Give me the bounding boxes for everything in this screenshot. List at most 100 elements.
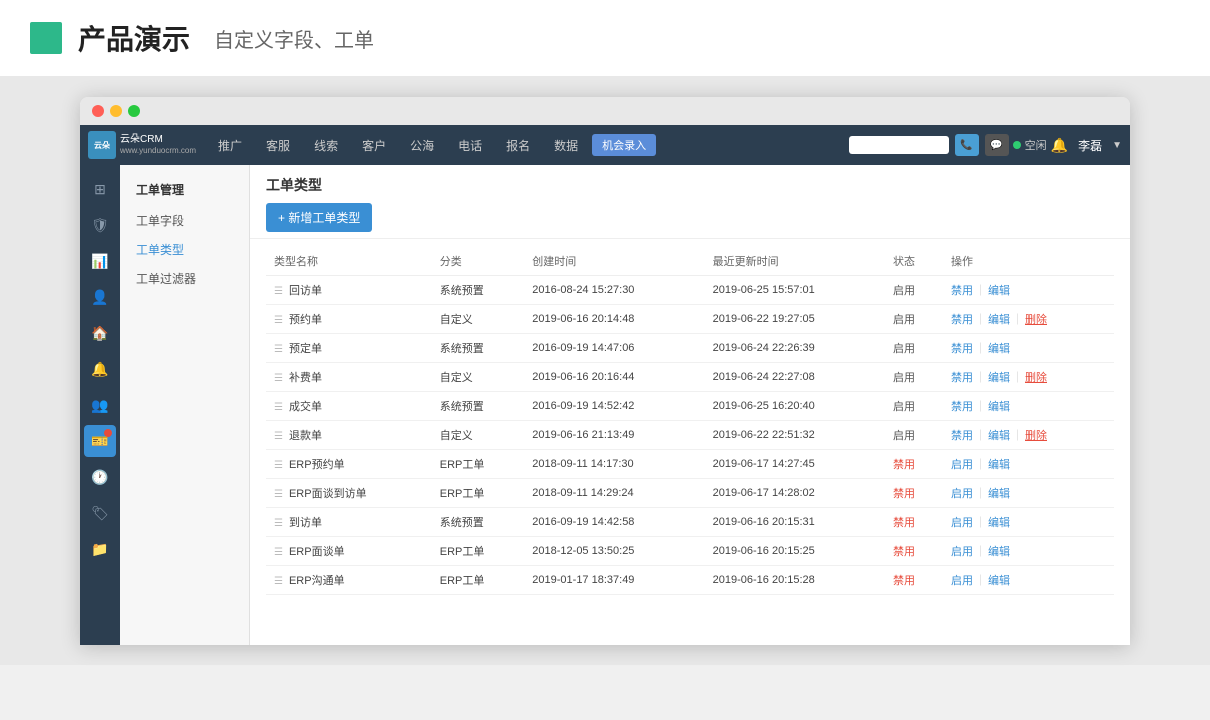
nav-status: 空闲 [1013,137,1047,153]
add-type-button[interactable]: + 新增工单类型 [266,203,372,232]
maximize-dot[interactable] [128,105,140,117]
logo-brand: 云朵CRM [120,134,196,146]
cell-created: 2018-09-11 14:29:24 [524,479,704,508]
action-separator: ｜ [975,314,986,326]
action-启用-link[interactable]: 启用 [951,517,973,529]
screenshot-wrapper: 云朵 云朵CRM www.yunduocrm.com 推广 客服 线索 客户 公… [0,77,1210,665]
page-title: 产品演示 [78,18,190,58]
chevron-down-icon: ▼ [1112,140,1122,151]
nav-chat-btn[interactable]: 💬 [985,134,1009,156]
nav-search-input[interactable] [849,136,949,154]
status-badge: 禁用 [893,546,915,558]
action-启用-link[interactable]: 启用 [951,459,973,471]
nav-item-gonghai[interactable]: 公海 [400,133,444,158]
table-row: ☰回访单系统预置2016-08-24 15:27:302019-06-25 15… [266,276,1114,305]
action-编辑-link[interactable]: 编辑 [988,430,1010,442]
row-handle-icon: ☰ [274,576,283,587]
nav-item-xianshuo[interactable]: 线索 [304,133,348,158]
sidebar-icon-ticket[interactable]: 🎫 [84,425,116,457]
nav-item-dianhua[interactable]: 电话 [448,133,492,158]
sidebar-icon-tag[interactable]: 🏷 [84,497,116,529]
content-area: 工单类型 + 新增工单类型 类型名称 分类 创建时间 最近更新时间 [250,165,1130,645]
cell-status: 启用 [885,276,943,305]
action-禁用-link[interactable]: 禁用 [951,314,973,326]
nav-item-baoming[interactable]: 报名 [496,133,540,158]
close-dot[interactable] [92,105,104,117]
sidebar-icon-clock[interactable]: 🕐 [84,461,116,493]
nav-item-tuiguang[interactable]: 推广 [208,133,252,158]
main-layout: ⊞ 🛡 📊 👤 🏠 🔔 👥 🎫 🕐 🏷 📁 工单管理 工单字段 [80,165,1130,645]
sidebar-icon-grid[interactable]: ⊞ [84,173,116,205]
sidebar-icon-shield[interactable]: 🛡 [84,209,116,241]
menu-item-filters[interactable]: 工单过滤器 [120,264,249,293]
action-编辑-link[interactable]: 编辑 [988,575,1010,587]
action-编辑-link[interactable]: 编辑 [988,401,1010,413]
row-handle-icon: ☰ [274,315,283,326]
nav-username[interactable]: 李磊 [1078,137,1102,154]
col-created: 创建时间 [524,247,704,276]
app-container: 云朵 云朵CRM www.yunduocrm.com 推广 客服 线索 客户 公… [80,125,1130,645]
action-separator: ｜ [975,575,986,587]
action-删除-link[interactable]: 删除 [1025,372,1047,384]
status-badge: 禁用 [893,488,915,500]
action-编辑-link[interactable]: 编辑 [988,314,1010,326]
sidebar-icon-home[interactable]: 🏠 [84,317,116,349]
action-启用-link[interactable]: 启用 [951,575,973,587]
action-编辑-link[interactable]: 编辑 [988,372,1010,384]
action-禁用-link[interactable]: 禁用 [951,372,973,384]
action-separator: ｜ [975,401,986,413]
cell-category: 自定义 [432,363,525,392]
bell-icon[interactable]: 🔔 [1051,137,1068,154]
action-separator: ｜ [1012,314,1023,326]
action-编辑-link[interactable]: 编辑 [988,343,1010,355]
action-删除-link[interactable]: 删除 [1025,314,1047,326]
cell-created: 2019-06-16 21:13:49 [524,421,704,450]
action-separator: ｜ [975,430,986,442]
row-handle-icon: ☰ [274,344,283,355]
action-禁用-link[interactable]: 禁用 [951,343,973,355]
sidebar-icon-bell[interactable]: 🔔 [84,353,116,385]
cell-name: ☰ERP预约单 [266,450,432,479]
action-编辑-link[interactable]: 编辑 [988,546,1010,558]
table-row: ☰ERP预约单ERP工单2018-09-11 14:17:302019-06-1… [266,450,1114,479]
cell-actions: 启用｜编辑 [943,450,1114,479]
cell-name: ☰到访单 [266,508,432,537]
minimize-dot[interactable] [110,105,122,117]
table-row: ☰ERP面谈单ERP工单2018-12-05 13:50:252019-06-1… [266,537,1114,566]
action-禁用-link[interactable]: 禁用 [951,401,973,413]
action-编辑-link[interactable]: 编辑 [988,285,1010,297]
sidebar-icon-person[interactable]: 👤 [84,281,116,313]
action-编辑-link[interactable]: 编辑 [988,459,1010,471]
nav-item-kehu[interactable]: 客户 [352,133,396,158]
cell-name: ☰回访单 [266,276,432,305]
nav-phone-btn[interactable]: 📞 [955,134,979,156]
menu-item-types[interactable]: 工单类型 [120,235,249,264]
sidebar-icon-contact[interactable]: 👥 [84,389,116,421]
cell-created: 2018-09-11 14:17:30 [524,450,704,479]
cell-updated: 2019-06-25 15:57:01 [705,276,885,305]
cell-status: 禁用 [885,508,943,537]
action-编辑-link[interactable]: 编辑 [988,488,1010,500]
status-badge: 启用 [893,401,915,413]
types-table: 类型名称 分类 创建时间 最近更新时间 状态 操作 ☰回访单系统预置2016-0… [266,247,1114,595]
nav-item-shuju[interactable]: 数据 [544,133,588,158]
cell-actions: 禁用｜编辑 [943,392,1114,421]
cell-name: ☰ERP面谈单 [266,537,432,566]
cell-actions: 禁用｜编辑｜删除 [943,305,1114,334]
action-禁用-link[interactable]: 禁用 [951,430,973,442]
action-禁用-link[interactable]: 禁用 [951,285,973,297]
action-启用-link[interactable]: 启用 [951,546,973,558]
cell-status: 禁用 [885,566,943,595]
action-删除-link[interactable]: 删除 [1025,430,1047,442]
action-编辑-link[interactable]: 编辑 [988,517,1010,529]
cell-name: ☰预约单 [266,305,432,334]
sidebar-icons: ⊞ 🛡 📊 👤 🏠 🔔 👥 🎫 🕐 🏷 📁 [80,165,120,645]
menu-item-fields[interactable]: 工单字段 [120,206,249,235]
cell-created: 2016-09-19 14:42:58 [524,508,704,537]
sidebar-icon-folder[interactable]: 📁 [84,533,116,565]
sidebar-icon-chart[interactable]: 📊 [84,245,116,277]
action-启用-link[interactable]: 启用 [951,488,973,500]
cell-status: 禁用 [885,537,943,566]
nav-tag-opportunity[interactable]: 机会录入 [592,134,656,156]
nav-item-kefu[interactable]: 客服 [256,133,300,158]
